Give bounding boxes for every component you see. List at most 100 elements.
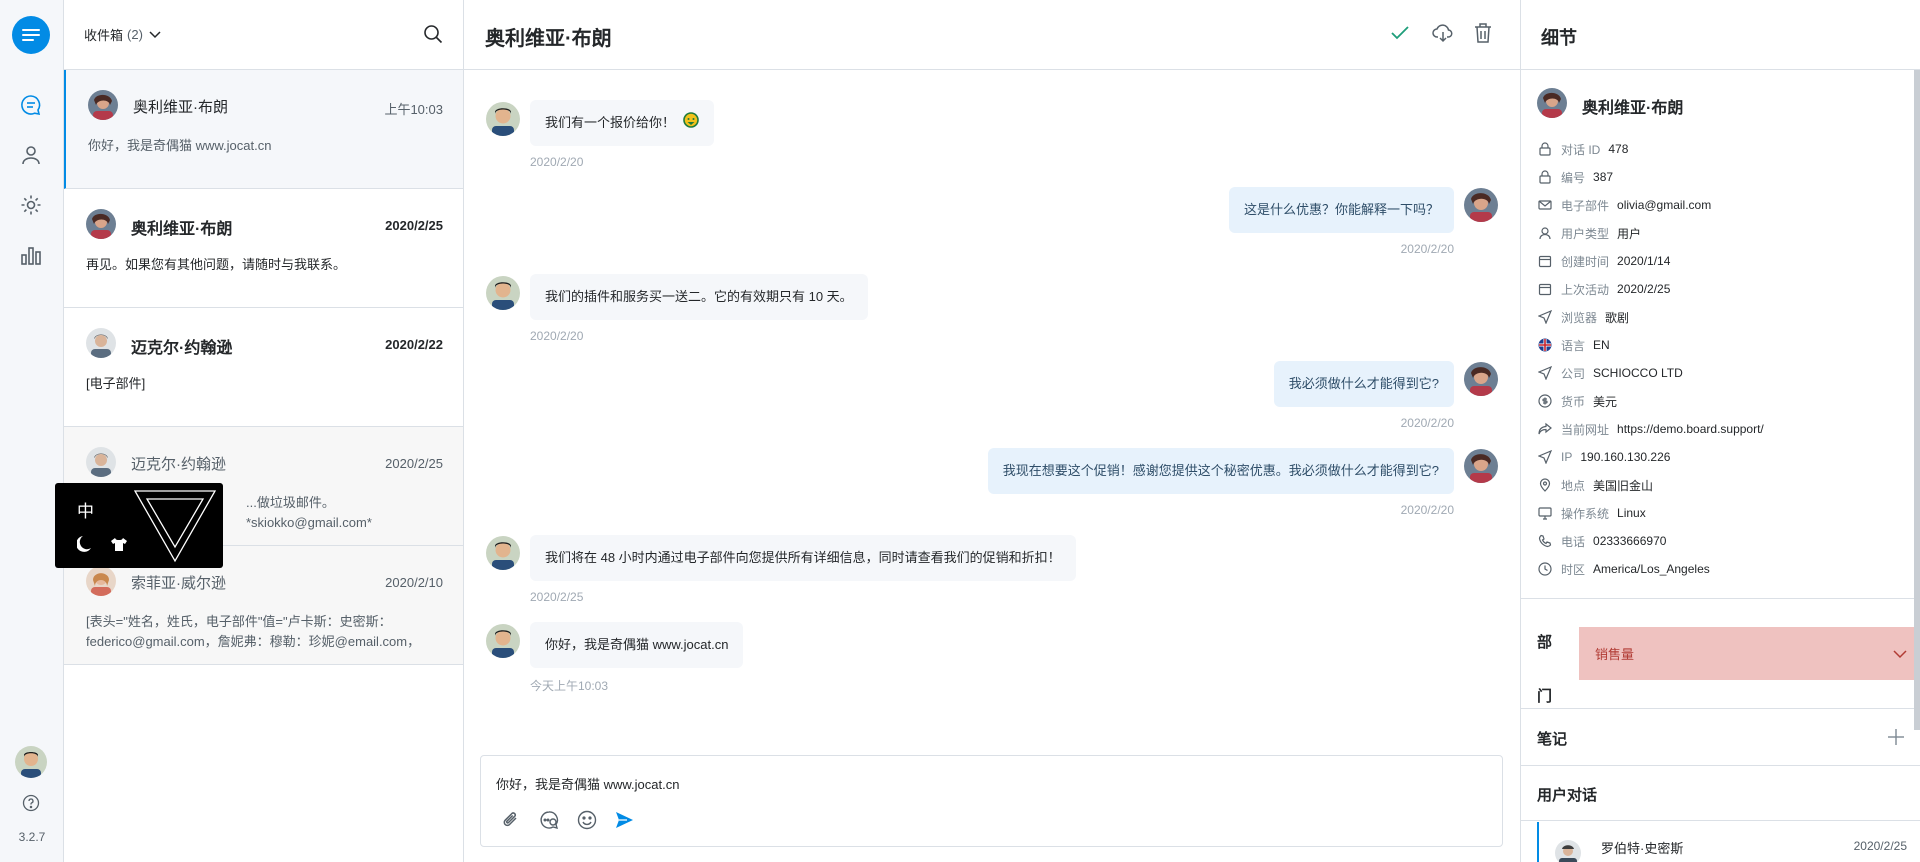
field-location: 地点 美国旧金山: [1537, 475, 1653, 495]
field-label: 操作系统: [1561, 506, 1610, 521]
field-currency: 货币 美元: [1537, 391, 1617, 411]
chat-panel: 奥利维亚·布朗 我们有一个报价给你！ 2020/2/20 这是什么优惠？你能解释…: [464, 0, 1520, 862]
user-conversation-item[interactable]: 罗伯特·史密斯 2020/2/25: [1537, 822, 1907, 862]
nav-users-icon[interactable]: [16, 140, 46, 170]
nav-settings-icon[interactable]: [16, 190, 46, 220]
calendar-icon: [1537, 281, 1553, 297]
conversation-preview: [表头="姓名，姓氏，电子部件"值="卢卡斯：史密斯：federico@gmai…: [86, 614, 421, 649]
department-select[interactable]: 销售量: [1579, 627, 1920, 680]
user-name: 奥利维亚·布朗: [1582, 100, 1684, 117]
saved-replies-icon[interactable]: [539, 810, 561, 835]
message-bubble: 我们的插件和服务买一送二。它的有效期只有 10 天。: [530, 274, 868, 320]
ime-widget[interactable]: 中: [55, 483, 223, 568]
chat-header: 奥利维亚·布朗: [464, 0, 1520, 70]
lock-icon: [1537, 141, 1553, 157]
field-value: America/Los_Angeles: [1593, 562, 1710, 576]
conversation-preview: 再见。如果您有其他问题，请随时与我联系。: [86, 257, 347, 272]
details-scrollbar[interactable]: [1914, 70, 1920, 730]
message-text: 这是什么优惠？你能解释一下吗？: [1243, 202, 1439, 217]
field-last-activity: 上次活动 2020/2/25: [1537, 279, 1670, 299]
shirt-icon[interactable]: [110, 537, 128, 556]
conversation-item[interactable]: 奥利维亚·布朗 2020/2/25 再见。如果您有其他问题，请随时与我联系。: [64, 189, 463, 308]
add-note-icon[interactable]: [1887, 728, 1905, 751]
message-bubble: 我现在想要这个促销！感谢您提供这个秘密优惠。我必须做什么才能得到它?: [987, 448, 1454, 494]
cloud-download-icon[interactable]: [1432, 22, 1454, 49]
message-time: 2020/2/25: [530, 590, 584, 604]
lock-icon: [1537, 169, 1553, 185]
conversation-item[interactable]: 奥利维亚·布朗 上午10:03 你好，我是奇偶猫 www.jocat.cn: [64, 70, 463, 189]
field-value: 歌剧: [1605, 310, 1630, 325]
conversation-item[interactable]: 迈克尔·约翰逊 2020/2/22 [电子部件]: [64, 308, 463, 427]
message-input[interactable]: 你好，我是奇偶猫 www.jocat.cn: [496, 774, 679, 793]
message-time: 2020/2/20: [1400, 503, 1454, 517]
search-icon[interactable]: [423, 24, 443, 49]
inbox-title[interactable]: 收件箱: [84, 25, 123, 44]
ime-language-label[interactable]: 中: [77, 497, 94, 522]
agent-avatar: [486, 624, 520, 658]
field-os: 操作系统 Linux: [1537, 503, 1646, 523]
nav-conversations-icon[interactable]: [16, 90, 46, 120]
notes-label: 笔记: [1537, 731, 1568, 748]
avatar: [86, 328, 116, 358]
phone-icon: [1537, 533, 1553, 549]
message-text: 我必须做什么才能得到它?: [1288, 376, 1439, 391]
chevron-down-icon[interactable]: [1893, 647, 1907, 662]
avatar: [86, 209, 116, 239]
details-title: 细节: [1541, 28, 1577, 48]
message-composer[interactable]: 你好，我是奇偶猫 www.jocat.cn: [480, 755, 1503, 847]
agent-avatar: [486, 102, 520, 136]
field-label: IP: [1561, 450, 1573, 464]
message-text: 你好，我是奇偶猫 www.jocat.cn: [545, 637, 729, 652]
message-bubble: 我必须做什么才能得到它?: [1273, 361, 1454, 407]
avatar: [88, 90, 118, 120]
check-icon[interactable]: [1389, 22, 1411, 49]
paperclip-icon[interactable]: [501, 810, 521, 835]
conversation-preview: [电子部件]: [86, 376, 146, 391]
app-version: 3.2.7: [18, 830, 46, 844]
field-phone: 电话 02333666970: [1537, 531, 1666, 551]
emoji-icon: [682, 101, 699, 147]
chevron-down-icon[interactable]: [149, 26, 161, 44]
details-panel: 细节 奥利维亚·布朗 对话 ID 478 编号 387 电子部件 olivia@…: [1520, 0, 1920, 862]
conversation-name: 奥利维亚·布朗: [131, 221, 233, 238]
conversation-name: 奥利维亚·布朗: [133, 99, 228, 116]
user-avatar: [1464, 188, 1498, 222]
field-value: 2020/2/25: [1617, 282, 1671, 296]
list-header: 收件箱 (2): [64, 0, 463, 70]
field-value: SCHIOCCO LTD: [1593, 366, 1683, 380]
field-label: 时区: [1561, 562, 1586, 577]
help-icon[interactable]: [22, 794, 40, 817]
field-current-url: 当前网址 https://demo.board.support/: [1537, 419, 1764, 439]
conversation-date: 上午10:03: [384, 102, 443, 117]
message-bubble: 我们将在 48 小时内通过电子部件向您提供所有详细信息，同时请查看我们的促销和折…: [530, 535, 1076, 581]
app-logo-icon[interactable]: [12, 16, 50, 54]
message-time: 2020/2/20: [530, 329, 584, 343]
conversation-name: 索菲亚·威尔逊: [131, 575, 226, 592]
trash-icon[interactable]: [1473, 22, 1493, 49]
field-conversation-id: 对话 ID 478: [1537, 139, 1628, 159]
divider: [1521, 765, 1920, 766]
field-value: 用户: [1617, 226, 1642, 241]
send-icon: [1537, 309, 1553, 325]
field-label: 货币: [1561, 394, 1586, 409]
app-rail: 3.2.7: [0, 0, 64, 862]
divider: [1521, 598, 1920, 599]
field-label: 用户类型: [1561, 226, 1610, 241]
agent-avatar[interactable]: [15, 746, 47, 778]
emoji-picker-icon[interactable]: [577, 810, 597, 835]
flag-uk-icon: [1537, 337, 1553, 353]
avatar: [86, 566, 116, 596]
field-label: 语言: [1561, 338, 1586, 353]
field-user-type: 用户类型 用户: [1537, 223, 1641, 243]
nav-reports-icon[interactable]: [16, 240, 46, 270]
field-company: 公司 SCHIOCCO LTD: [1537, 363, 1683, 383]
send-icon: [1537, 449, 1553, 465]
field-value[interactable]: https://demo.board.support/: [1617, 422, 1764, 436]
send-icon[interactable]: [614, 810, 634, 835]
field-label: 当前网址: [1561, 422, 1610, 437]
monitor-icon: [1537, 505, 1553, 521]
department-value: 销售量: [1595, 647, 1635, 662]
moon-icon[interactable]: [76, 535, 93, 558]
user-avatar: [1464, 362, 1498, 396]
ime-logo-icon: [131, 487, 219, 570]
